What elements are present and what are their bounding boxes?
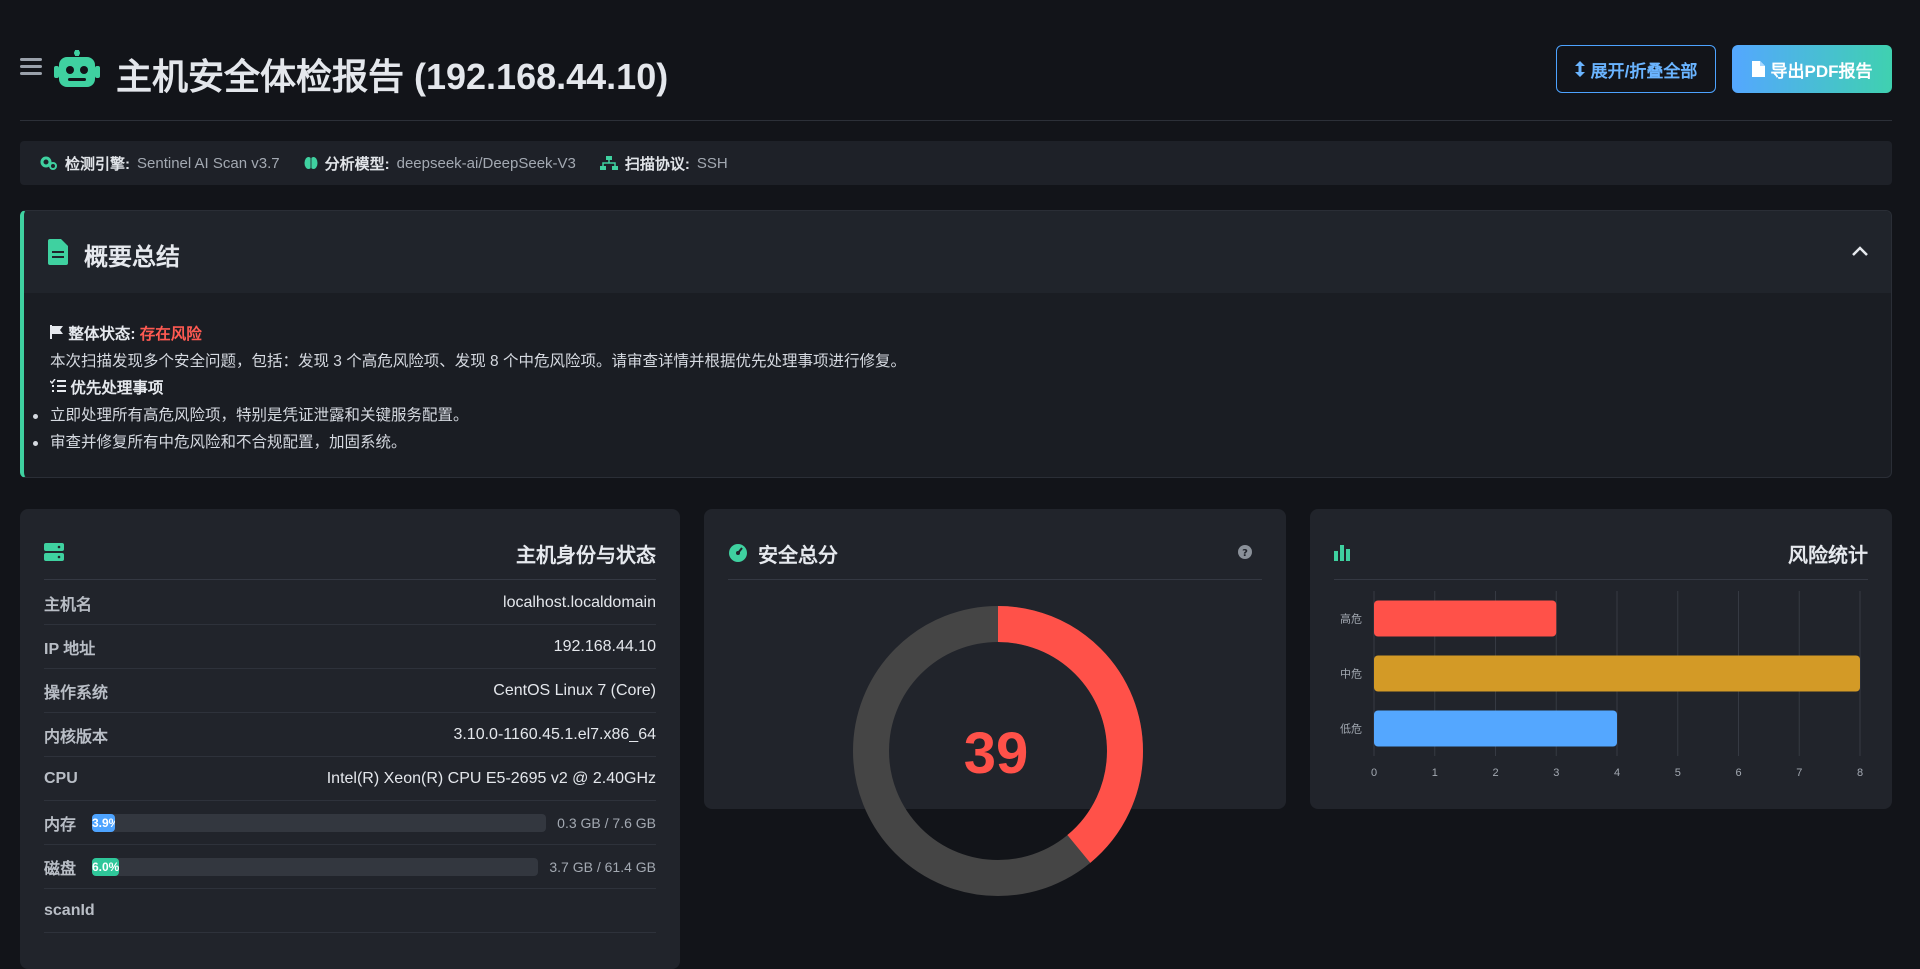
row-value: localhost.localdomain [503, 593, 656, 611]
row-label: scanId [44, 901, 95, 919]
summary-panel: 概要总结 整体状态: 存在风险 本次扫描发现多个安全问题，包括：发现 3 个高危… [20, 210, 1892, 478]
status-value: 存在风险 [139, 326, 202, 343]
expand-collapse-all-button[interactable]: 展开/折叠全部 [1556, 45, 1716, 93]
priority-list: 立即处理所有高危风险项，特别是凭证泄露和关键服务配置。 审查并修复所有中危风险和… [33, 402, 1891, 456]
host-status-card: 主机身份与状态 主机名 localhost.localdomain IP 地址 19… [20, 509, 680, 969]
priority-heading: 优先处理事项 [49, 375, 1891, 402]
menu-icon[interactable] [20, 58, 42, 76]
summary-header[interactable]: 概要总结 [24, 211, 1891, 293]
engine-key: 检测引擎: [65, 155, 130, 173]
x-tick-label: 3 [1553, 767, 1559, 779]
server-icon [44, 543, 64, 561]
host-card-title: 主机身份与状态 [516, 545, 656, 567]
bar-chart-icon [1334, 545, 1350, 561]
risk-card-title: 风险统计 [1788, 545, 1868, 567]
summary-description: 本次扫描发现多个安全问题，包括：发现 3 个高危风险项、发现 8 个中危风险项。… [50, 353, 906, 370]
engine-value: Sentinel AI Scan v3.7 [137, 154, 280, 172]
y-category-label: 高危 [1340, 612, 1362, 626]
svg-text:?: ? [1242, 548, 1248, 559]
row-value: CentOS Linux 7 (Core) [493, 681, 656, 699]
priority-title: 优先处理事项 [70, 380, 164, 397]
chevron-up-icon[interactable] [1851, 245, 1869, 257]
model-key: 分析模型: [324, 155, 390, 173]
model-info: 分析模型: deepseek-ai/DeepSeek-V3 [304, 153, 576, 174]
status-label: 整体状态: [68, 326, 136, 343]
cogs-icon [40, 156, 57, 170]
host-row-kernel: 内核版本 3.10.0-1160.45.1.el7.x86_64 [44, 713, 656, 757]
row-value: Intel(R) Xeon(R) CPU E5-2695 v2 @ 2.40GH… [326, 769, 656, 787]
protocol-info: 扫描协议: SSH [599, 153, 728, 174]
summary-body: 整体状态: 存在风险 本次扫描发现多个安全问题，包括：发现 3 个高危风险项、发… [24, 293, 1891, 456]
risk-stats-card: 风险统计 0 1 2 3 4 5 6 7 8 高危中危低危 [1310, 509, 1892, 809]
row-label: 内存 [44, 816, 77, 834]
x-tick-label: 8 [1857, 767, 1863, 779]
disk-usage-track: 6.0% [92, 857, 538, 876]
x-tick-label: 0 [1371, 767, 1377, 779]
x-tick-label: 1 [1432, 767, 1438, 779]
bar-0[interactable] [1374, 600, 1557, 637]
row-label: 内核版本 [44, 728, 109, 746]
protocol-key: 扫描协议: [624, 155, 690, 173]
pdf-file-icon [1751, 61, 1765, 77]
network-icon [599, 156, 618, 170]
row-value: 3.10.0-1160.45.1.el7.x86_64 [453, 725, 656, 743]
gauge-icon [729, 544, 747, 562]
page-title: 主机安全体检报告 (192.168.44.10) [116, 56, 669, 97]
x-tick-label: 2 [1492, 767, 1498, 779]
memory-usage-fill: 3.9% [92, 813, 115, 832]
host-row-disk: 磁盘 6.0% 3.7 GB / 61.4 GB [44, 845, 656, 889]
expand-collapse-label: 展开/折叠全部 [1590, 61, 1698, 81]
host-row-ip: IP 地址 192.168.44.10 [44, 625, 656, 669]
row-label: 主机名 [44, 596, 93, 614]
export-pdf-button[interactable]: 导出PDF报告 [1732, 45, 1892, 93]
x-tick-label: 6 [1735, 767, 1741, 779]
bar-1[interactable] [1374, 655, 1860, 692]
host-row-cpu: CPU Intel(R) Xeon(R) CPU E5-2695 v2 @ 2.4… [44, 757, 656, 801]
disk-usage-fill: 6.0% [92, 857, 119, 876]
list-check-icon [49, 378, 66, 392]
overall-status: 整体状态: 存在风险 [50, 321, 1891, 348]
host-info-rows: 主机名 localhost.localdomain IP 地址 192.168.44… [44, 581, 656, 933]
flag-icon [50, 325, 63, 339]
expand-vertical-icon [1574, 61, 1585, 77]
row-label: IP 地址 [44, 640, 96, 658]
model-value: deepseek-ai/DeepSeek-V3 [396, 154, 576, 172]
row-label: CPU [44, 769, 78, 787]
security-score-gauge: 39 [853, 606, 1143, 896]
page-header: 主机安全体检报告 (192.168.44.10) 展开/折叠全部 导出PDF报告 [20, 0, 1892, 121]
row-label: 磁盘 [44, 860, 77, 878]
brain-icon [304, 157, 318, 169]
score-card-title: 安全总分 [758, 545, 838, 567]
y-category-label: 低危 [1340, 723, 1362, 736]
host-row-memory: 内存 3.9% 0.3 GB / 7.6 GB [44, 801, 656, 845]
x-tick-label: 7 [1796, 767, 1802, 779]
host-row-scanid: scanId [44, 889, 656, 933]
scan-info-bar: 检测引擎: Sentinel AI Scan v3.7 分析模型: deepse… [20, 141, 1892, 185]
row-value: 192.168.44.10 [553, 637, 656, 655]
host-row-hostname: 主机名 localhost.localdomain [44, 581, 656, 625]
host-row-os: 操作系统 CentOS Linux 7 (Core) [44, 669, 656, 713]
memory-usage-track: 3.9% [92, 813, 546, 832]
priority-item: 立即处理所有高危风险项，特别是凭证泄露和关键服务配置。 [33, 402, 1891, 429]
protocol-value: SSH [696, 154, 728, 172]
risk-bar-chart: 0 1 2 3 4 5 6 7 8 高危中危低危 [1340, 591, 1863, 779]
bar-2[interactable] [1374, 710, 1617, 747]
x-tick-label: 5 [1675, 767, 1681, 779]
security-score-value: 39 [964, 721, 1029, 786]
priority-item: 审查并修复所有中危风险和不合规配置，加固系统。 [33, 429, 1891, 456]
risk-card-header: 风险统计 [1334, 535, 1868, 580]
help-icon[interactable]: ? [1238, 545, 1252, 559]
x-tick-label: 4 [1614, 767, 1620, 779]
score-card-header: 安全总分 ? [728, 535, 1262, 580]
y-category-label: 中危 [1340, 668, 1362, 681]
summary-title: 概要总结 [84, 244, 180, 271]
disk-usage-caption: 3.7 GB / 61.4 GB [549, 858, 656, 875]
document-icon [48, 239, 68, 265]
engine-info: 检测引擎: Sentinel AI Scan v3.7 [40, 153, 280, 174]
robot-icon [54, 50, 100, 87]
host-card-header: 主机身份与状态 [44, 535, 656, 580]
export-pdf-label: 导出PDF报告 [1770, 61, 1873, 81]
row-label: 操作系统 [44, 684, 109, 702]
memory-usage-caption: 0.3 GB / 7.6 GB [557, 814, 656, 831]
